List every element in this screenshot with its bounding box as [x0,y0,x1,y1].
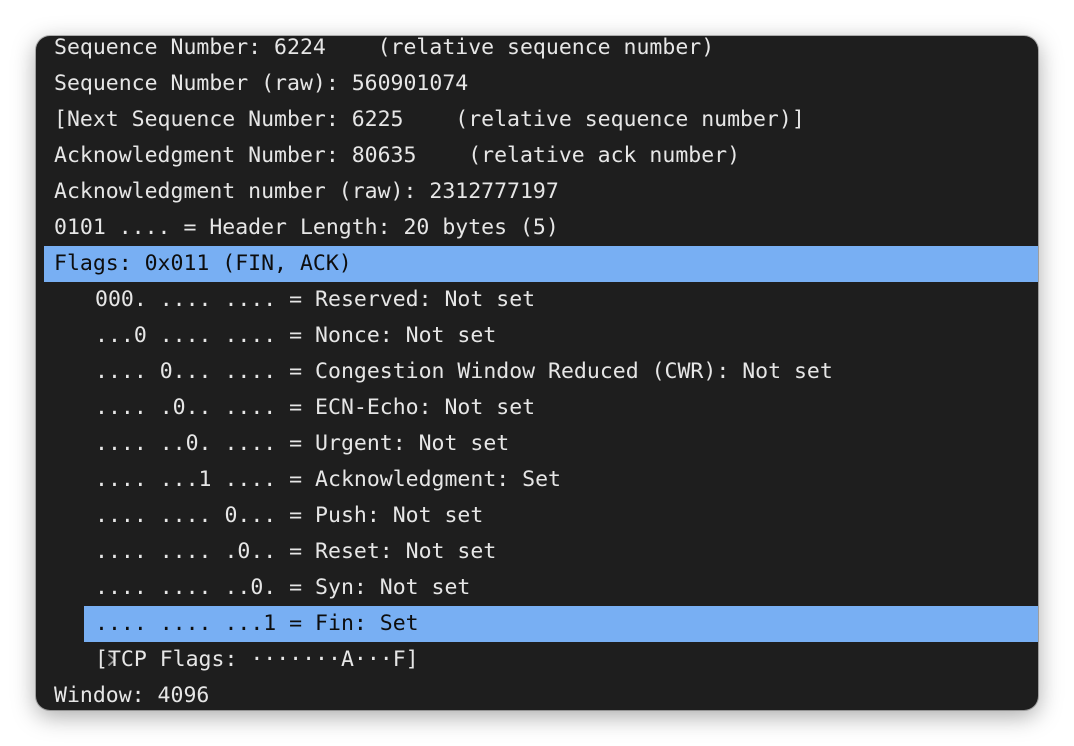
tree-row-label: Acknowledgment Number: 80635 (relative a… [54,143,741,168]
chevron-right-icon[interactable] [61,606,116,666]
tree-row-flag-cwr[interactable]: .... 0... .... = Congestion Window Reduc… [36,354,1038,390]
tree-row-flag-urgent[interactable]: .... ..0. .... = Urgent: Not set [36,426,1038,462]
packet-detail-tree: Sequence Number: 6224 (relative sequence… [36,36,1038,710]
tree-row-label: .... .... ..0. = Syn: Not set [95,575,471,600]
tree-row-sequence-number-raw[interactable]: Sequence Number (raw): 560901074 [36,66,1038,102]
tree-row-flag-reserved[interactable]: 000. .... .... = Reserved: Not set [36,282,1038,318]
tree-row-flag-reset[interactable]: .... .... .0.. = Reset: Not set [36,534,1038,570]
tree-row-label: .... .0.. .... = ECN-Echo: Not set [95,395,536,420]
tree-row-label: 0101 .... = Header Length: 20 bytes (5) [54,215,559,240]
tree-row-tcp-flags-summary[interactable]: [TCP Flags: ·······A···F] [36,642,1038,678]
tree-row-label: ...0 .... .... = Nonce: Not set [95,323,497,348]
tree-row-flag-acknowledgment[interactable]: .... ...1 .... = Acknowledgment: Set [36,462,1038,498]
tree-row-flag-nonce[interactable]: ...0 .... .... = Nonce: Not set [36,318,1038,354]
tree-row-flag-syn[interactable]: .... .... ..0. = Syn: Not set [36,570,1038,606]
tree-row-label: Sequence Number: 6224 (relative sequence… [54,36,715,60]
tree-row-flag-fin[interactable]: .... .... ...1 = Fin: Set [36,606,1038,666]
tree-row-flag-push[interactable]: .... .... 0... = Push: Not set [36,498,1038,534]
tree-row-next-sequence-number[interactable]: [Next Sequence Number: 6225 (relative se… [36,102,1038,138]
tree-row-flags[interactable]: Flags: 0x011 (FIN, ACK) [36,246,1038,282]
tree-row-label: [TCP Flags: ·······A···F] [95,647,419,672]
tree-row-ack-number-raw[interactable]: Acknowledgment number (raw): 2312777197 [36,174,1038,210]
tree-row-header-length[interactable]: 0101 .... = Header Length: 20 bytes (5) [36,210,1038,246]
tree-row-flag-ecn-echo[interactable]: .... .0.. .... = ECN-Echo: Not set [36,390,1038,426]
tree-row-label: Sequence Number (raw): 560901074 [54,71,469,96]
tree-row-label: .... 0... .... = Congestion Window Reduc… [95,359,833,384]
tree-row-sequence-number[interactable]: Sequence Number: 6224 (relative sequence… [36,36,1038,66]
tree-row-label: Window: 4096 [54,683,210,708]
tree-row-label: .... .... 0... = Push: Not set [95,503,484,528]
tree-row-label: .... .... .0.. = Reset: Not set [95,539,497,564]
tree-row-label: .... ..0. .... = Urgent: Not set [95,431,510,456]
tree-row-label: Flags: 0x011 (FIN, ACK) [54,251,352,276]
tree-row-label: .... ...1 .... = Acknowledgment: Set [95,467,561,492]
tree-row-window[interactable]: Window: 4096 [36,678,1038,710]
packet-details-pane: Sequence Number: 6224 (relative sequence… [36,36,1038,710]
tree-row-label: 000. .... .... = Reserved: Not set [95,287,536,312]
tree-row-label: .... .... ...1 = Fin: Set [95,611,419,636]
tree-row-label: [Next Sequence Number: 6225 (relative se… [54,107,805,132]
tree-row-label: Acknowledgment number (raw): 2312777197 [54,179,559,204]
tree-row-ack-number[interactable]: Acknowledgment Number: 80635 (relative a… [36,138,1038,174]
